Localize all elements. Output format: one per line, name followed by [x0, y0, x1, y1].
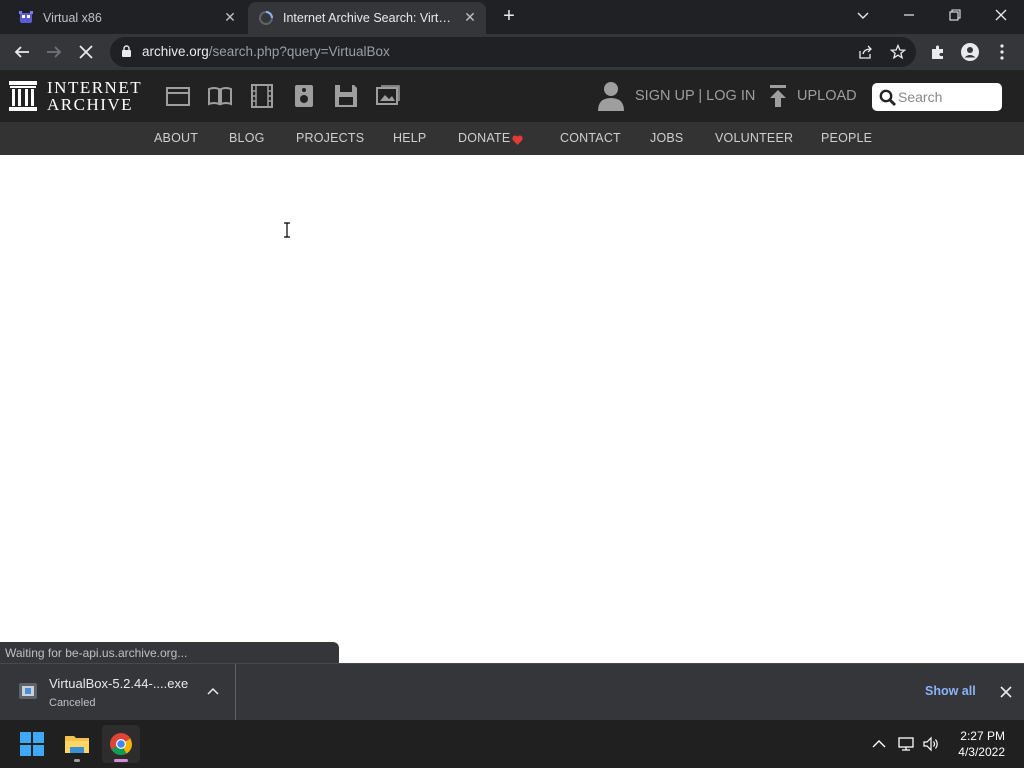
url-text: archive.org/search.php?query=VirtualBox [142, 44, 390, 59]
upload-link[interactable]: UPLOAD [797, 88, 857, 104]
clock-date: 4/3/2022 [958, 745, 1005, 759]
loading-spinner-icon [259, 11, 273, 25]
nav-projects[interactable]: PROJECTS [296, 131, 364, 145]
web-icon[interactable] [165, 83, 191, 109]
lock-icon [122, 45, 131, 57]
taskbar: 2:27 PM 4/3/2022 [0, 720, 1024, 768]
arrow-left-icon [14, 46, 29, 58]
minimize-button[interactable] [886, 0, 932, 30]
nav-volunteer[interactable]: VOLUNTEER [715, 131, 793, 145]
browser-toolbar: archive.org/search.php?query=VirtualBox [0, 34, 1024, 70]
windows-logo-icon [20, 732, 44, 756]
share-icon[interactable] [858, 45, 873, 59]
forward-button[interactable] [40, 38, 68, 66]
download-shelf: VirtualBox-5.2.44-....exe Canceled Show … [0, 663, 1024, 720]
status-bubble: Waiting for be-api.us.archive.org... [0, 642, 339, 663]
tab-title: Virtual x86 [43, 11, 102, 25]
ia-logo-icon[interactable] [9, 81, 37, 111]
tab-title: Internet Archive Search: VirtualBox [283, 11, 455, 25]
system-clock[interactable]: 2:27 PM 4/3/2022 [958, 728, 1005, 760]
images-icon[interactable] [375, 83, 401, 109]
star-icon[interactable] [890, 44, 906, 60]
virtual-x86-favicon-icon [19, 11, 33, 23]
folder-icon [65, 736, 89, 753]
nav-contact[interactable]: CONTACT [560, 131, 621, 145]
restore-button[interactable] [932, 0, 978, 30]
tab-virtual-x86[interactable]: Virtual x86 ✕ [8, 2, 246, 34]
url-path: /search.php?query=VirtualBox [208, 44, 390, 59]
close-icon[interactable]: ✕ [462, 9, 478, 25]
tab-search-button[interactable] [840, 0, 886, 30]
page-content[interactable] [0, 155, 1024, 663]
tab-strip: Virtual x86 ✕ Internet Archive Search: V… [0, 0, 1024, 34]
back-button[interactable] [8, 38, 36, 66]
download-status: Canceled [49, 697, 96, 709]
close-icon[interactable]: ✕ [222, 9, 238, 25]
clock-time: 2:27 PM [960, 729, 1005, 743]
download-filename: VirtualBox-5.2.44-....exe [49, 676, 189, 691]
profile-button[interactable] [956, 38, 984, 66]
address-bar[interactable]: archive.org/search.php?query=VirtualBox [110, 37, 916, 67]
texts-icon[interactable] [207, 83, 233, 109]
extensions-button[interactable] [924, 38, 952, 66]
close-window-button[interactable] [978, 0, 1024, 30]
close-icon [995, 9, 1007, 21]
upload-icon[interactable] [768, 85, 788, 107]
nav-help[interactable]: HELP [393, 131, 426, 145]
ia-search-box [872, 83, 1002, 111]
video-icon[interactable] [249, 83, 275, 109]
ia-nav-bar: ABOUT BLOG PROJECTS HELP DONATE CONTACT … [0, 122, 1024, 155]
volume-icon[interactable] [922, 735, 940, 753]
close-icon[interactable] [1000, 686, 1012, 698]
arrow-right-icon [47, 46, 62, 58]
network-icon[interactable] [897, 735, 915, 753]
stop-loading-button[interactable] [72, 38, 100, 66]
search-icon[interactable] [879, 89, 896, 106]
new-tab-button[interactable]: + [498, 5, 520, 27]
logo-line-archive: ARCHIVE [47, 95, 134, 114]
nav-donate[interactable]: DONATE [458, 131, 510, 145]
heart-icon [512, 135, 523, 145]
file-explorer-button[interactable] [58, 725, 96, 763]
chevron-up-icon[interactable] [870, 735, 888, 753]
ia-logo-text[interactable]: INTERNET ARCHIVE [47, 79, 142, 113]
stop-x-icon [79, 45, 93, 59]
show-all-button[interactable]: Show all [925, 684, 976, 698]
logo-line-internet: INTERNET [47, 78, 143, 97]
nav-people[interactable]: PEOPLE [821, 131, 872, 145]
minimize-icon [904, 14, 914, 16]
account-icon [961, 43, 979, 61]
puzzle-icon [932, 45, 943, 59]
restore-icon [949, 9, 961, 21]
url-host: archive.org [142, 44, 209, 59]
chevron-down-icon [857, 12, 869, 19]
chrome-icon [110, 733, 132, 755]
menu-button[interactable] [988, 38, 1016, 66]
user-icon[interactable] [597, 81, 625, 111]
nav-jobs[interactable]: JOBS [650, 131, 683, 145]
download-item[interactable]: VirtualBox-5.2.44-....exe Canceled [0, 664, 236, 720]
chrome-taskbar-button[interactable] [102, 725, 140, 763]
nav-about[interactable]: ABOUT [154, 131, 198, 145]
start-button[interactable] [13, 725, 51, 763]
text-cursor-icon [284, 222, 290, 238]
signup-login-link[interactable]: SIGN UP | LOG IN [635, 88, 755, 104]
more-vert-icon [1000, 44, 1004, 60]
tab-archive-search[interactable]: Internet Archive Search: VirtualBox ✕ [248, 2, 486, 34]
software-icon[interactable] [333, 83, 359, 109]
file-icon [19, 683, 37, 699]
chevron-up-icon[interactable] [207, 687, 219, 696]
ia-header: INTERNET ARCHIVE SIGN UP | LOG IN UPLOAD [0, 70, 1024, 122]
screen: Virtual x86 ✕ Internet Archive Search: V… [0, 0, 1024, 768]
nav-blog[interactable]: BLOG [229, 131, 265, 145]
audio-icon[interactable] [291, 83, 317, 109]
search-input[interactable] [898, 87, 996, 107]
